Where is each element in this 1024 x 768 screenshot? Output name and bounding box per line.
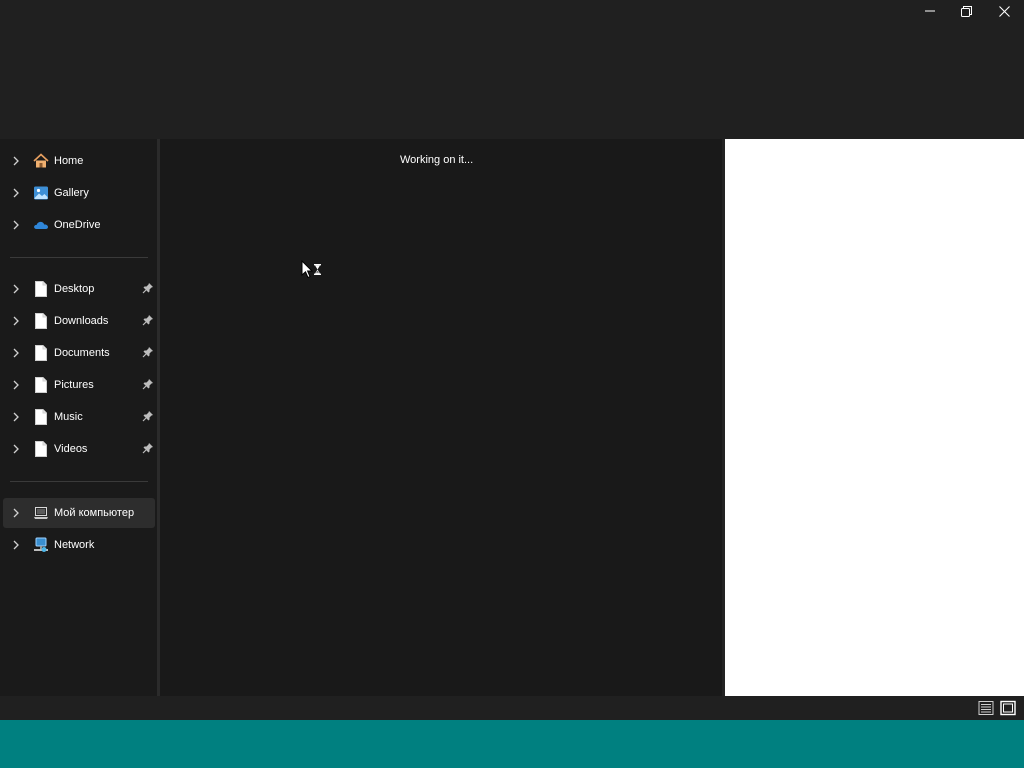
document-icon <box>33 281 49 297</box>
home-icon <box>33 153 49 169</box>
details-view-button[interactable] <box>978 700 994 716</box>
sidebar-item-label: Music <box>54 411 83 423</box>
document-icon <box>33 441 49 457</box>
sidebar-item-downloads[interactable]: Downloads <box>3 306 155 336</box>
sidebar-item-music[interactable]: Music <box>3 402 155 432</box>
chevron-right-icon[interactable] <box>3 530 29 560</box>
chevron-right-icon[interactable] <box>3 274 29 304</box>
navigation-pane[interactable]: Home Gallery OneDrive Desktop Downloads … <box>0 139 157 696</box>
sidebar-item-pictures[interactable]: Pictures <box>3 370 155 400</box>
sidebar-item-label: Мой компьютер <box>54 507 135 519</box>
chevron-right-icon[interactable] <box>3 178 29 208</box>
sidebar-item-label: Pictures <box>54 379 94 391</box>
sidebar-item-label: Documents <box>54 347 110 359</box>
pin-icon[interactable] <box>142 378 154 390</box>
tiles-view-button[interactable] <box>1000 700 1016 716</box>
sidebar-item-onedrive[interactable]: OneDrive <box>3 210 155 240</box>
sidebar-item-label: OneDrive <box>54 219 101 231</box>
pin-icon[interactable] <box>142 442 154 454</box>
file-explorer-window: Home Gallery OneDrive Desktop Downloads … <box>0 0 1024 720</box>
network-icon <box>33 537 49 553</box>
busy-cursor-icon <box>301 260 321 279</box>
minimize-button[interactable] <box>912 0 948 22</box>
chevron-right-icon[interactable] <box>3 338 29 368</box>
sidebar-item-label: Downloads <box>54 315 109 327</box>
gallery-icon <box>33 185 49 201</box>
chevron-right-icon[interactable] <box>3 402 29 432</box>
sidebar-divider <box>10 257 148 258</box>
details-view-icon <box>978 701 994 715</box>
computer-icon <box>33 505 49 521</box>
pin-icon[interactable] <box>142 282 154 294</box>
maximize-button[interactable] <box>948 0 984 22</box>
sidebar-item-label: Network <box>54 539 95 551</box>
loading-message: Working on it... <box>400 154 474 166</box>
chevron-right-icon[interactable] <box>3 210 29 240</box>
preview-pane <box>725 139 1024 696</box>
sidebar-item-videos[interactable]: Videos <box>3 434 155 464</box>
desktop-background <box>0 720 1024 768</box>
sidebar-item-gallery[interactable]: Gallery <box>3 178 155 208</box>
document-icon <box>33 345 49 361</box>
chevron-right-icon[interactable] <box>3 370 29 400</box>
chevron-right-icon[interactable] <box>3 434 29 464</box>
pin-icon[interactable] <box>142 346 154 358</box>
document-icon <box>33 377 49 393</box>
document-icon <box>33 409 49 425</box>
sidebar-item-home[interactable]: Home <box>3 146 155 176</box>
sidebar-item-label: Gallery <box>54 187 89 199</box>
close-icon <box>998 5 1010 17</box>
sidebar-item-desktop[interactable]: Desktop <box>3 274 155 304</box>
sidebar-item-my-computer[interactable]: Мой компьютер <box>3 498 155 528</box>
pin-icon[interactable] <box>142 410 154 422</box>
tiles-view-icon <box>1000 700 1016 716</box>
close-button[interactable] <box>986 0 1022 22</box>
sidebar-divider <box>10 481 148 482</box>
chevron-right-icon[interactable] <box>3 146 29 176</box>
sidebar-item-label: Desktop <box>54 283 95 295</box>
pin-icon[interactable] <box>142 314 154 326</box>
chevron-right-icon[interactable] <box>3 306 29 336</box>
title-bar[interactable] <box>0 0 1024 139</box>
sidebar-item-network[interactable]: Network <box>3 530 155 560</box>
sidebar-item-documents[interactable]: Documents <box>3 338 155 368</box>
restore-icon <box>960 5 972 17</box>
file-list-pane[interactable]: Working on it... <box>160 139 722 696</box>
onedrive-icon <box>33 217 49 233</box>
status-bar <box>0 696 1024 720</box>
sidebar-item-label: Videos <box>54 443 88 455</box>
document-icon <box>33 313 49 329</box>
sidebar-item-label: Home <box>54 155 84 167</box>
chevron-right-icon[interactable] <box>3 498 29 528</box>
minimize-icon <box>925 10 935 12</box>
